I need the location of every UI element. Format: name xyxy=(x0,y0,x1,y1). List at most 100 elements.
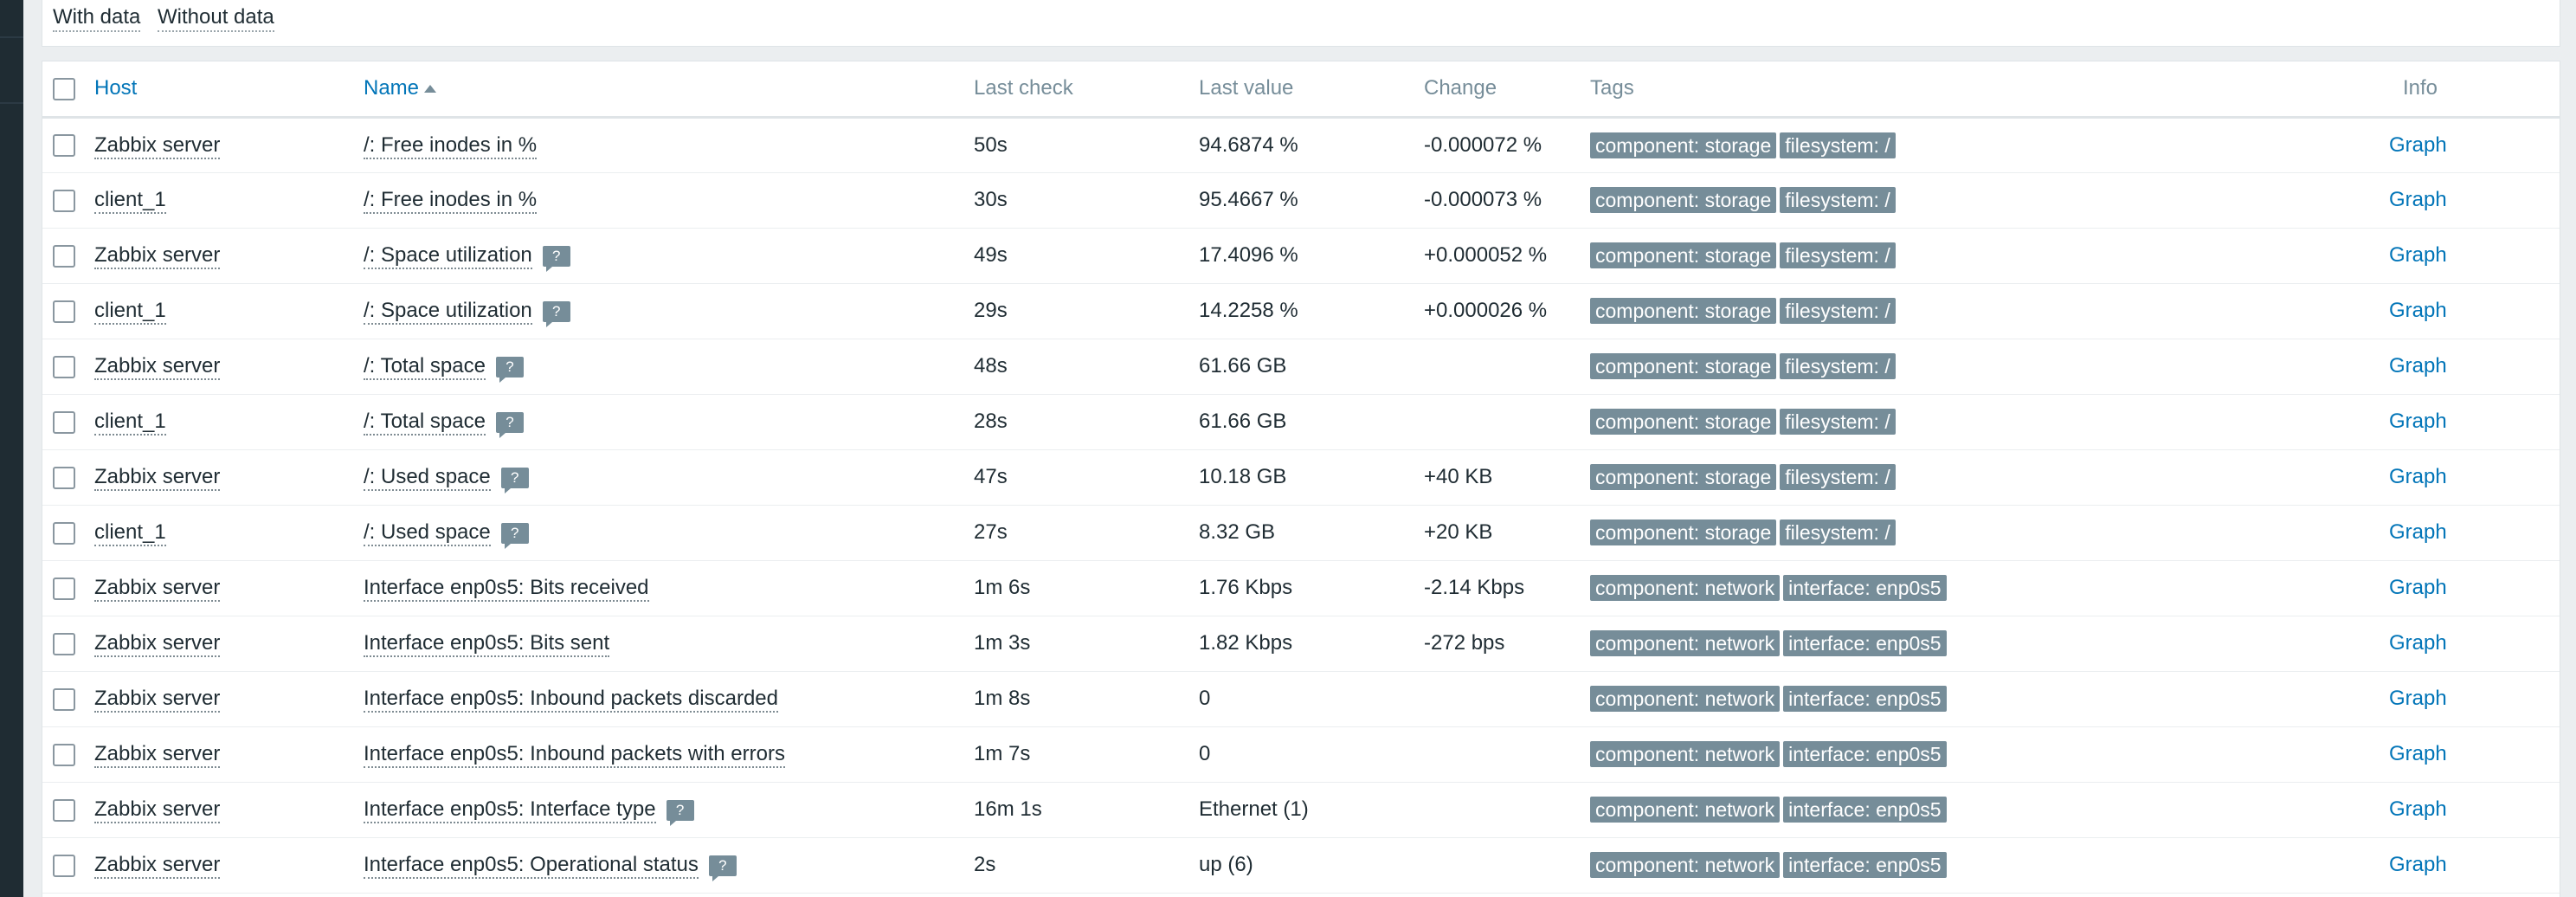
host-link[interactable]: Zabbix server xyxy=(94,465,221,491)
item-name-link[interactable]: /: Used space xyxy=(364,520,491,546)
item-name-link[interactable]: Interface enp0s5: Inbound packets discar… xyxy=(364,687,778,713)
tags-cell: component: storage filesystem: / xyxy=(1590,339,2389,394)
tag-badge[interactable]: component: network xyxy=(1590,575,1781,601)
tag-badge[interactable]: component: storage xyxy=(1590,464,1777,490)
tag-badge[interactable]: component: storage xyxy=(1590,242,1777,268)
item-name-link[interactable]: /: Free inodes in % xyxy=(364,188,538,214)
host-link[interactable]: Zabbix server xyxy=(94,742,221,768)
graph-link[interactable]: Graph xyxy=(2389,465,2447,488)
row-checkbox[interactable] xyxy=(53,854,75,877)
tag-badge[interactable]: component: network xyxy=(1590,797,1781,823)
graph-link[interactable]: Graph xyxy=(2389,853,2447,876)
host-link[interactable]: Zabbix server xyxy=(94,687,221,713)
host-link[interactable]: client_1 xyxy=(94,188,166,214)
item-name-link[interactable]: Interface enp0s5: Bits received xyxy=(364,576,649,602)
host-link[interactable]: Zabbix server xyxy=(94,631,221,657)
row-checkbox[interactable] xyxy=(53,244,75,268)
graph-link[interactable]: Graph xyxy=(2389,576,2447,599)
item-name-link[interactable]: /: Free inodes in % xyxy=(364,132,538,159)
item-name-link[interactable]: /: Space utilization xyxy=(364,299,532,325)
tag-badge[interactable]: component: storage xyxy=(1590,132,1777,158)
table-row: Zabbix server Interface enp0s5: Operation… xyxy=(42,837,2560,893)
graph-link[interactable]: Graph xyxy=(2389,742,2447,765)
graph-link[interactable]: Graph xyxy=(2389,188,2447,211)
item-name-link[interactable]: /: Total space xyxy=(364,410,486,436)
description-hint-icon[interactable]: ? xyxy=(542,245,570,272)
host-link[interactable]: Zabbix server xyxy=(94,243,221,269)
description-hint-icon[interactable]: ? xyxy=(666,799,694,826)
description-hint-icon[interactable]: ? xyxy=(495,411,524,438)
filter-bar: With data Without data xyxy=(42,0,2560,47)
item-name-link[interactable]: Interface enp0s5: Operational status xyxy=(364,853,699,879)
row-checkbox[interactable] xyxy=(53,410,75,434)
tag-badge[interactable]: component: network xyxy=(1590,686,1781,712)
tag-badge[interactable]: interface: enp0s5 xyxy=(1783,686,1947,712)
tag-badge[interactable]: interface: enp0s5 xyxy=(1783,630,1947,656)
item-name-link[interactable]: Interface enp0s5: Interface type xyxy=(364,797,656,823)
tag-badge[interactable]: filesystem: / xyxy=(1780,519,1896,545)
row-checkbox[interactable] xyxy=(53,743,75,766)
host-link[interactable]: client_1 xyxy=(94,299,166,325)
description-hint-icon[interactable]: ? xyxy=(500,467,529,494)
item-name-link[interactable]: Interface enp0s5: Bits sent xyxy=(364,631,610,657)
tag-badge[interactable]: interface: enp0s5 xyxy=(1783,741,1947,767)
header-host[interactable]: Host xyxy=(94,61,364,117)
row-checkbox[interactable] xyxy=(53,300,75,323)
description-hint-icon[interactable]: ? xyxy=(542,300,570,327)
host-link[interactable]: Zabbix server xyxy=(94,797,221,823)
row-checkbox[interactable] xyxy=(53,134,75,158)
row-checkbox[interactable] xyxy=(53,687,75,711)
host-link[interactable]: client_1 xyxy=(94,410,166,436)
item-name-link[interactable]: /: Used space xyxy=(364,465,491,491)
tag-badge[interactable]: component: network xyxy=(1590,852,1781,878)
graph-link[interactable]: Graph xyxy=(2389,133,2447,157)
host-link[interactable]: Zabbix server xyxy=(94,354,221,380)
graph-link[interactable]: Graph xyxy=(2389,520,2447,544)
tag-badge[interactable]: component: storage xyxy=(1590,409,1777,435)
host-link[interactable]: Zabbix server xyxy=(94,853,221,879)
graph-link[interactable]: Graph xyxy=(2389,687,2447,710)
tag-badge[interactable]: filesystem: / xyxy=(1780,298,1896,324)
description-hint-icon[interactable]: ? xyxy=(708,855,737,881)
graph-link[interactable]: Graph xyxy=(2389,631,2447,655)
host-link[interactable]: Zabbix server xyxy=(94,132,221,159)
item-name-link[interactable]: Interface enp0s5: Inbound packets with e… xyxy=(364,742,785,768)
filter-tab-with-data[interactable]: With data xyxy=(53,5,141,32)
tag-badge[interactable]: interface: enp0s5 xyxy=(1783,852,1947,878)
row-checkbox[interactable] xyxy=(53,798,75,822)
filter-tab-without-data[interactable]: Without data xyxy=(158,5,274,32)
description-hint-icon[interactable]: ? xyxy=(500,522,529,549)
row-checkbox[interactable] xyxy=(53,466,75,489)
tag-badge[interactable]: component: storage xyxy=(1590,298,1777,324)
host-link[interactable]: Zabbix server xyxy=(94,576,221,602)
row-checkbox[interactable] xyxy=(53,577,75,600)
tag-badge[interactable]: filesystem: / xyxy=(1780,242,1896,268)
tag-badge[interactable]: interface: enp0s5 xyxy=(1783,575,1947,601)
tag-badge[interactable]: filesystem: / xyxy=(1780,187,1896,213)
row-checkbox[interactable] xyxy=(53,632,75,655)
tag-badge[interactable]: component: storage xyxy=(1590,519,1777,545)
row-checkbox[interactable] xyxy=(53,521,75,545)
tag-badge[interactable]: component: network xyxy=(1590,741,1781,767)
host-link[interactable]: client_1 xyxy=(94,520,166,546)
graph-link[interactable]: Graph xyxy=(2389,299,2447,322)
tag-badge[interactable]: component: storage xyxy=(1590,187,1777,213)
row-checkbox[interactable] xyxy=(53,189,75,212)
description-hint-icon[interactable]: ? xyxy=(495,356,524,383)
graph-link[interactable]: Graph xyxy=(2389,354,2447,378)
graph-link[interactable]: Graph xyxy=(2389,243,2447,267)
item-name-link[interactable]: /: Total space xyxy=(364,354,486,380)
tag-badge[interactable]: filesystem: / xyxy=(1780,409,1896,435)
header-name[interactable]: Name xyxy=(364,61,974,117)
graph-link[interactable]: Graph xyxy=(2389,797,2447,821)
tag-badge[interactable]: filesystem: / xyxy=(1780,353,1896,379)
tag-badge[interactable]: interface: enp0s5 xyxy=(1783,797,1947,823)
graph-link[interactable]: Graph xyxy=(2389,410,2447,433)
tag-badge[interactable]: filesystem: / xyxy=(1780,464,1896,490)
tag-badge[interactable]: component: network xyxy=(1590,630,1781,656)
select-all-checkbox[interactable] xyxy=(53,77,75,100)
row-checkbox[interactable] xyxy=(53,355,75,378)
item-name-link[interactable]: /: Space utilization xyxy=(364,243,532,269)
tag-badge[interactable]: component: storage xyxy=(1590,353,1777,379)
tag-badge[interactable]: filesystem: / xyxy=(1780,132,1896,158)
